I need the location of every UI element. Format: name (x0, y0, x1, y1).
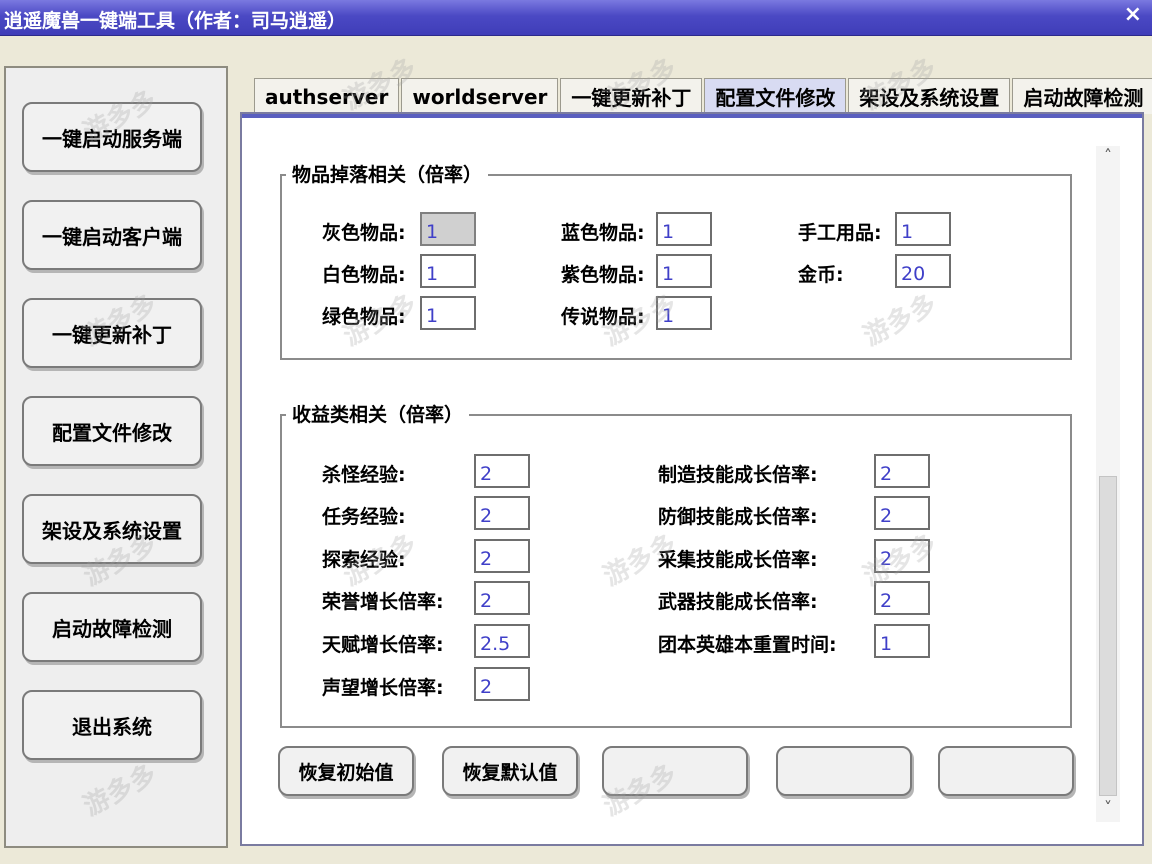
tab-fault-detect[interactable]: 启动故障检测 (1012, 78, 1152, 114)
tab-strip: authserver worldserver 一键更新补丁 配置文件修改 架设及… (254, 78, 1152, 114)
blue-item-input[interactable] (656, 212, 712, 246)
close-icon[interactable]: × (1124, 2, 1142, 27)
legendary-item-label: 传说物品: (561, 306, 645, 328)
blank-button-3[interactable] (938, 746, 1074, 796)
reputation-rate-label: 声望增长倍率: (322, 677, 444, 699)
nav-setup-settings-button[interactable]: 架设及系统设置 (22, 494, 202, 564)
grey-item-label: 灰色物品: (322, 222, 406, 244)
purple-item-input[interactable] (656, 254, 712, 288)
crafting-item-input[interactable] (895, 212, 951, 246)
explore-exp-label: 探索经验: (322, 549, 406, 571)
kill-exp-input[interactable] (474, 454, 530, 488)
restore-default-button[interactable]: 恢复默认值 (442, 746, 578, 796)
restore-initial-button[interactable]: 恢复初始值 (278, 746, 414, 796)
weapon-skill-rate-label: 武器技能成长倍率: (658, 591, 818, 613)
honor-rate-input[interactable] (474, 581, 530, 615)
green-item-label: 绿色物品: (322, 306, 406, 328)
scroll-thumb[interactable] (1099, 476, 1117, 796)
scroll-up-icon[interactable]: ˄ (1096, 146, 1120, 170)
tab-setup-settings[interactable]: 架设及系统设置 (848, 78, 1011, 114)
crafting-item-label: 手工用品: (798, 222, 882, 244)
white-item-label: 白色物品: (322, 264, 406, 286)
tab-config-edit[interactable]: 配置文件修改 (704, 78, 847, 114)
blank-button-2[interactable] (776, 746, 912, 796)
nav-start-server-button[interactable]: 一键启动服务端 (22, 102, 202, 172)
nav-start-client-button[interactable]: 一键启动客户端 (22, 200, 202, 270)
talent-rate-label: 天赋增长倍率: (322, 634, 444, 656)
drop-rate-group-title: 物品掉落相关（倍率） (286, 160, 489, 187)
gather-skill-rate-label: 采集技能成长倍率: (658, 549, 818, 571)
vertical-scrollbar[interactable]: ˄ ˅ (1096, 146, 1120, 822)
purple-item-label: 紫色物品: (561, 264, 645, 286)
craft-skill-rate-input[interactable] (874, 454, 930, 488)
nav-update-patch-button[interactable]: 一键更新补丁 (22, 298, 202, 368)
legendary-item-input[interactable] (656, 296, 712, 330)
talent-rate-input[interactable] (474, 624, 530, 658)
income-rate-group-title: 收益类相关（倍率） (286, 400, 470, 427)
honor-rate-label: 荣誉增长倍率: (322, 591, 444, 613)
scroll-down-icon[interactable]: ˅ (1096, 798, 1120, 822)
tab-authserver[interactable]: authserver (254, 78, 400, 114)
white-item-input[interactable] (420, 254, 476, 288)
tab-update-patch[interactable]: 一键更新补丁 (560, 78, 703, 114)
grey-item-input[interactable] (420, 212, 476, 246)
nav-exit-button[interactable]: 退出系统 (22, 690, 202, 760)
reputation-rate-input[interactable] (474, 667, 530, 701)
blue-item-label: 蓝色物品: (561, 222, 645, 244)
gold-label: 金币: (798, 264, 844, 286)
kill-exp-label: 杀怪经验: (322, 464, 406, 486)
quest-exp-input[interactable] (474, 496, 530, 530)
defense-skill-rate-input[interactable] (874, 496, 930, 530)
green-item-input[interactable] (420, 296, 476, 330)
gather-skill-rate-input[interactable] (874, 539, 930, 573)
window-title: 逍遥魔兽一键端工具（作者：司马逍遥） (4, 10, 347, 32)
defense-skill-rate-label: 防御技能成长倍率: (658, 506, 818, 528)
nav-config-edit-button[interactable]: 配置文件修改 (22, 396, 202, 466)
explore-exp-input[interactable] (474, 539, 530, 573)
blank-button-1[interactable] (602, 746, 748, 796)
raid-reset-time-label: 团本英雄本重置时间: (658, 634, 837, 656)
quest-exp-label: 任务经验: (322, 506, 406, 528)
nav-fault-detect-button[interactable]: 启动故障检测 (22, 592, 202, 662)
craft-skill-rate-label: 制造技能成长倍率: (658, 464, 818, 486)
raid-reset-time-input[interactable] (874, 624, 930, 658)
title-bar: 逍遥魔兽一键端工具（作者：司马逍遥） × (0, 0, 1152, 36)
gold-input[interactable] (895, 254, 951, 288)
tab-worldserver[interactable]: worldserver (401, 78, 559, 114)
weapon-skill-rate-input[interactable] (874, 581, 930, 615)
